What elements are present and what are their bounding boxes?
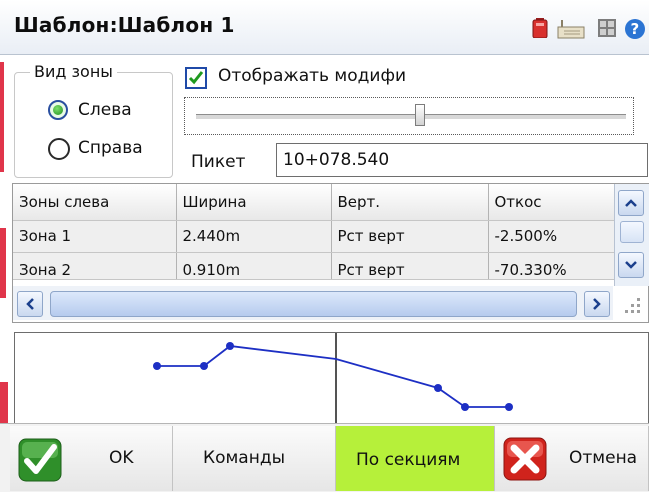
table-header-row: Зоны слева Ширина Верт. Откос [13,184,615,221]
piket-label: Пикет [191,152,246,172]
scroll-left-button[interactable] [17,291,43,317]
edge-stripe-top [0,62,4,172]
show-modifier-checkbox[interactable] [185,67,207,89]
ok-button[interactable]: OK [10,426,173,491]
profile-point [153,362,161,370]
cell-width[interactable]: 2.440m [176,220,332,253]
receiver-icon [556,18,586,39]
scroll-down-button[interactable] [618,252,644,278]
window-title: Шаблон:Шаблон 1 [14,13,235,37]
edge-stripe-middle [0,228,6,298]
ok-button-label: OK [109,448,134,468]
profile-point [505,403,513,411]
chevron-up-icon [625,199,637,207]
cell-vert[interactable]: Рст верт [331,220,489,253]
slider-thumb[interactable] [414,104,425,126]
radio-left[interactable]: Слева [48,98,158,122]
profile-point [434,384,442,392]
commands-button[interactable]: Команды [173,426,336,491]
check-icon [18,438,62,482]
radio-right-indicator[interactable] [48,138,70,160]
chevron-down-icon [625,261,637,269]
horizontal-scroll-thumb[interactable] [50,291,577,317]
sections-button-label: По секциям [356,450,461,470]
col-header-width[interactable]: Ширина [176,184,332,221]
profile-point [226,342,234,350]
chevron-right-icon [593,298,601,310]
piket-input[interactable] [276,143,648,177]
scroll-right-button[interactable] [584,291,610,317]
table-row[interactable]: Зона 2 0.910m Рст верт -70.330% [13,252,615,280]
col-header-zones[interactable]: Зоны слева [13,184,177,221]
radio-left-indicator[interactable] [48,100,68,120]
cell-zone[interactable]: Зона 1 [13,220,177,253]
cell-width[interactable]: 0.910m [176,252,332,280]
resize-grip-icon[interactable] [615,288,647,320]
cross-section-profile [14,332,649,424]
cell-vert[interactable]: Рст верт [331,252,489,280]
radio-right[interactable]: Справа [48,135,160,161]
cell-zone[interactable]: Зона 2 [13,252,177,280]
profile-line [157,345,509,408]
cancel-x-icon [503,437,547,481]
radio-left-label: Слева [78,100,132,120]
vertical-scroll-thumb[interactable] [620,221,644,243]
help-icon[interactable]: ? [624,18,649,39]
battery-icon [531,18,549,39]
show-modifier-label[interactable]: Отображать модифи [218,66,406,86]
zone-type-group [14,72,173,178]
cell-slope[interactable]: -70.330% [488,252,615,280]
radio-right-label: Справа [78,138,143,158]
col-header-slope[interactable]: Откос [488,184,615,221]
profile-point [200,362,208,370]
chevron-left-icon [26,298,34,310]
slider-track[interactable] [196,114,626,120]
cell-slope[interactable]: -2.500% [488,220,615,253]
sections-button[interactable]: По секциям [336,426,495,491]
col-header-vert[interactable]: Верт. [331,184,489,221]
commands-button-label: Команды [203,448,286,468]
svg-text:?: ? [631,20,640,38]
zones-table: Зоны слева Ширина Верт. Откос Зона 1 2.4… [13,184,615,280]
profile-point [461,403,469,411]
network-icon [597,18,616,37]
cancel-button[interactable]: Отмена [495,426,649,491]
scroll-up-button[interactable] [618,190,644,216]
cancel-button-label: Отмена [569,448,638,468]
zone-type-legend: Вид зоны [30,62,117,81]
table-row[interactable]: Зона 1 2.440m Рст верт -2.500% [13,220,615,253]
